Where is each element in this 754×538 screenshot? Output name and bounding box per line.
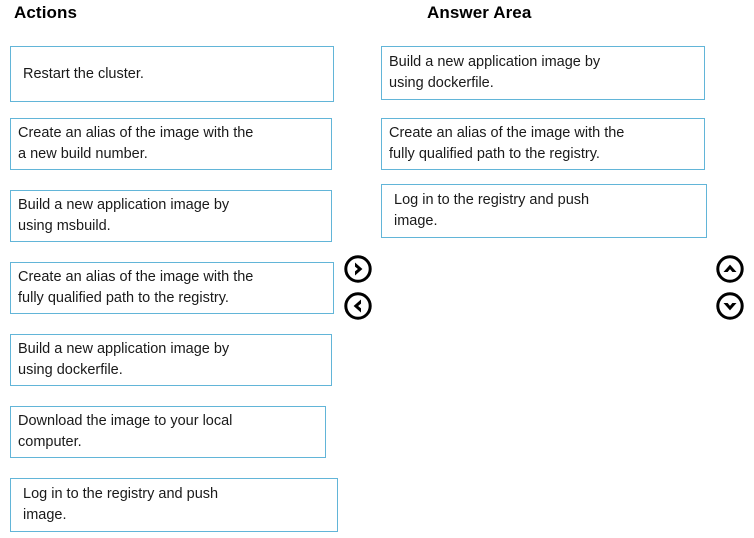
answer-item-line: using dockerfile. xyxy=(389,75,494,91)
action-item-line: using dockerfile. xyxy=(18,362,123,378)
action-item-line: Restart the cluster. xyxy=(23,65,144,82)
answer-item-line: fully qualified path to the registry. xyxy=(389,146,600,162)
actions-column-header: Actions xyxy=(14,3,78,22)
chevron-right-circle-icon xyxy=(344,255,372,283)
answer-item-line: image. xyxy=(394,213,438,229)
answer-item-line: Log in to the registry and push xyxy=(394,192,590,208)
chevron-down-circle-icon xyxy=(716,292,744,320)
action-item[interactable]: Create an alias of the image with the ful… xyxy=(10,262,334,314)
action-item-line: Create an alias of the image with the xyxy=(18,125,254,141)
answer-item-line: Create an alias of the image with the xyxy=(389,125,625,141)
move-up-button[interactable] xyxy=(716,255,744,283)
action-item-line: Log in to the registry and push xyxy=(23,486,219,502)
action-item[interactable]: Restart the cluster. xyxy=(10,46,334,102)
chevron-left-circle-icon xyxy=(344,292,372,320)
action-item-line: fully qualified path to the registry. xyxy=(18,290,229,306)
move-left-button[interactable] xyxy=(344,292,372,320)
answer-item-line: Build a new application image by xyxy=(389,54,601,70)
answer-area-column-header: Answer Area xyxy=(427,3,532,22)
answer-item[interactable]: Log in to the registry and push image. xyxy=(381,184,707,238)
chevron-up-circle-icon xyxy=(716,255,744,283)
move-down-button[interactable] xyxy=(716,292,744,320)
action-item[interactable]: Download the image to your local computer… xyxy=(10,406,326,458)
action-item[interactable]: Log in to the registry and push image. xyxy=(10,478,338,532)
answer-item[interactable]: Build a new application image by using do… xyxy=(381,46,705,100)
action-item-line: Create an alias of the image with the xyxy=(18,269,254,285)
action-item-line: Build a new application image by xyxy=(18,197,230,213)
answer-item[interactable]: Create an alias of the image with the ful… xyxy=(381,118,705,170)
action-item-line: using msbuild. xyxy=(18,218,111,234)
action-item[interactable]: Build a new application image by using do… xyxy=(10,334,332,386)
action-item-line: Build a new application image by xyxy=(18,341,230,357)
action-item-line: Download the image to your local xyxy=(18,413,233,429)
action-item-line: a new build number. xyxy=(18,146,148,162)
move-right-button[interactable] xyxy=(344,255,372,283)
action-item[interactable]: Create an alias of the image with the a n… xyxy=(10,118,332,170)
drag-and-drop-question: Actions Answer Area Restart the cluster.… xyxy=(0,0,754,538)
action-item-line: computer. xyxy=(18,434,82,450)
action-item[interactable]: Build a new application image by using ms… xyxy=(10,190,332,242)
action-item-line: image. xyxy=(23,507,67,523)
